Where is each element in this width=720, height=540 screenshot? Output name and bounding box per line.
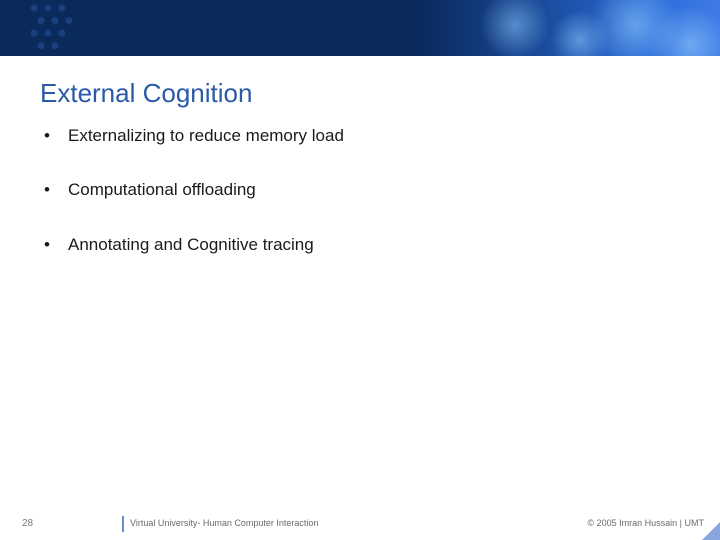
- footer-center-text: Virtual University- Human Computer Inter…: [130, 518, 318, 528]
- corner-accent-icon: [702, 522, 720, 540]
- bullet-icon: •: [44, 180, 68, 200]
- header-band: [0, 0, 720, 56]
- slide-number: 28: [22, 518, 33, 529]
- bokeh-circle-icon: [480, 0, 550, 56]
- footer: 28 Virtual University- Human Computer In…: [0, 512, 720, 540]
- bullet-icon: •: [44, 235, 68, 255]
- list-item: • Annotating and Cognitive tracing: [44, 235, 664, 255]
- slide: External Cognition • Externalizing to re…: [0, 0, 720, 540]
- slide-content: • Externalizing to reduce memory load • …: [44, 126, 664, 289]
- slide-title: External Cognition: [40, 78, 252, 109]
- list-item-text: Annotating and Cognitive tracing: [68, 235, 314, 255]
- hex-pattern-icon: [10, 0, 100, 56]
- bullet-icon: •: [44, 126, 68, 146]
- list-item: • Computational offloading: [44, 180, 664, 200]
- footer-divider: [122, 516, 124, 532]
- list-item-text: Computational offloading: [68, 180, 256, 200]
- list-item-text: Externalizing to reduce memory load: [68, 126, 344, 146]
- footer-copyright: © 2005 Imran Hussain | UMT: [587, 518, 704, 528]
- list-item: • Externalizing to reduce memory load: [44, 126, 664, 146]
